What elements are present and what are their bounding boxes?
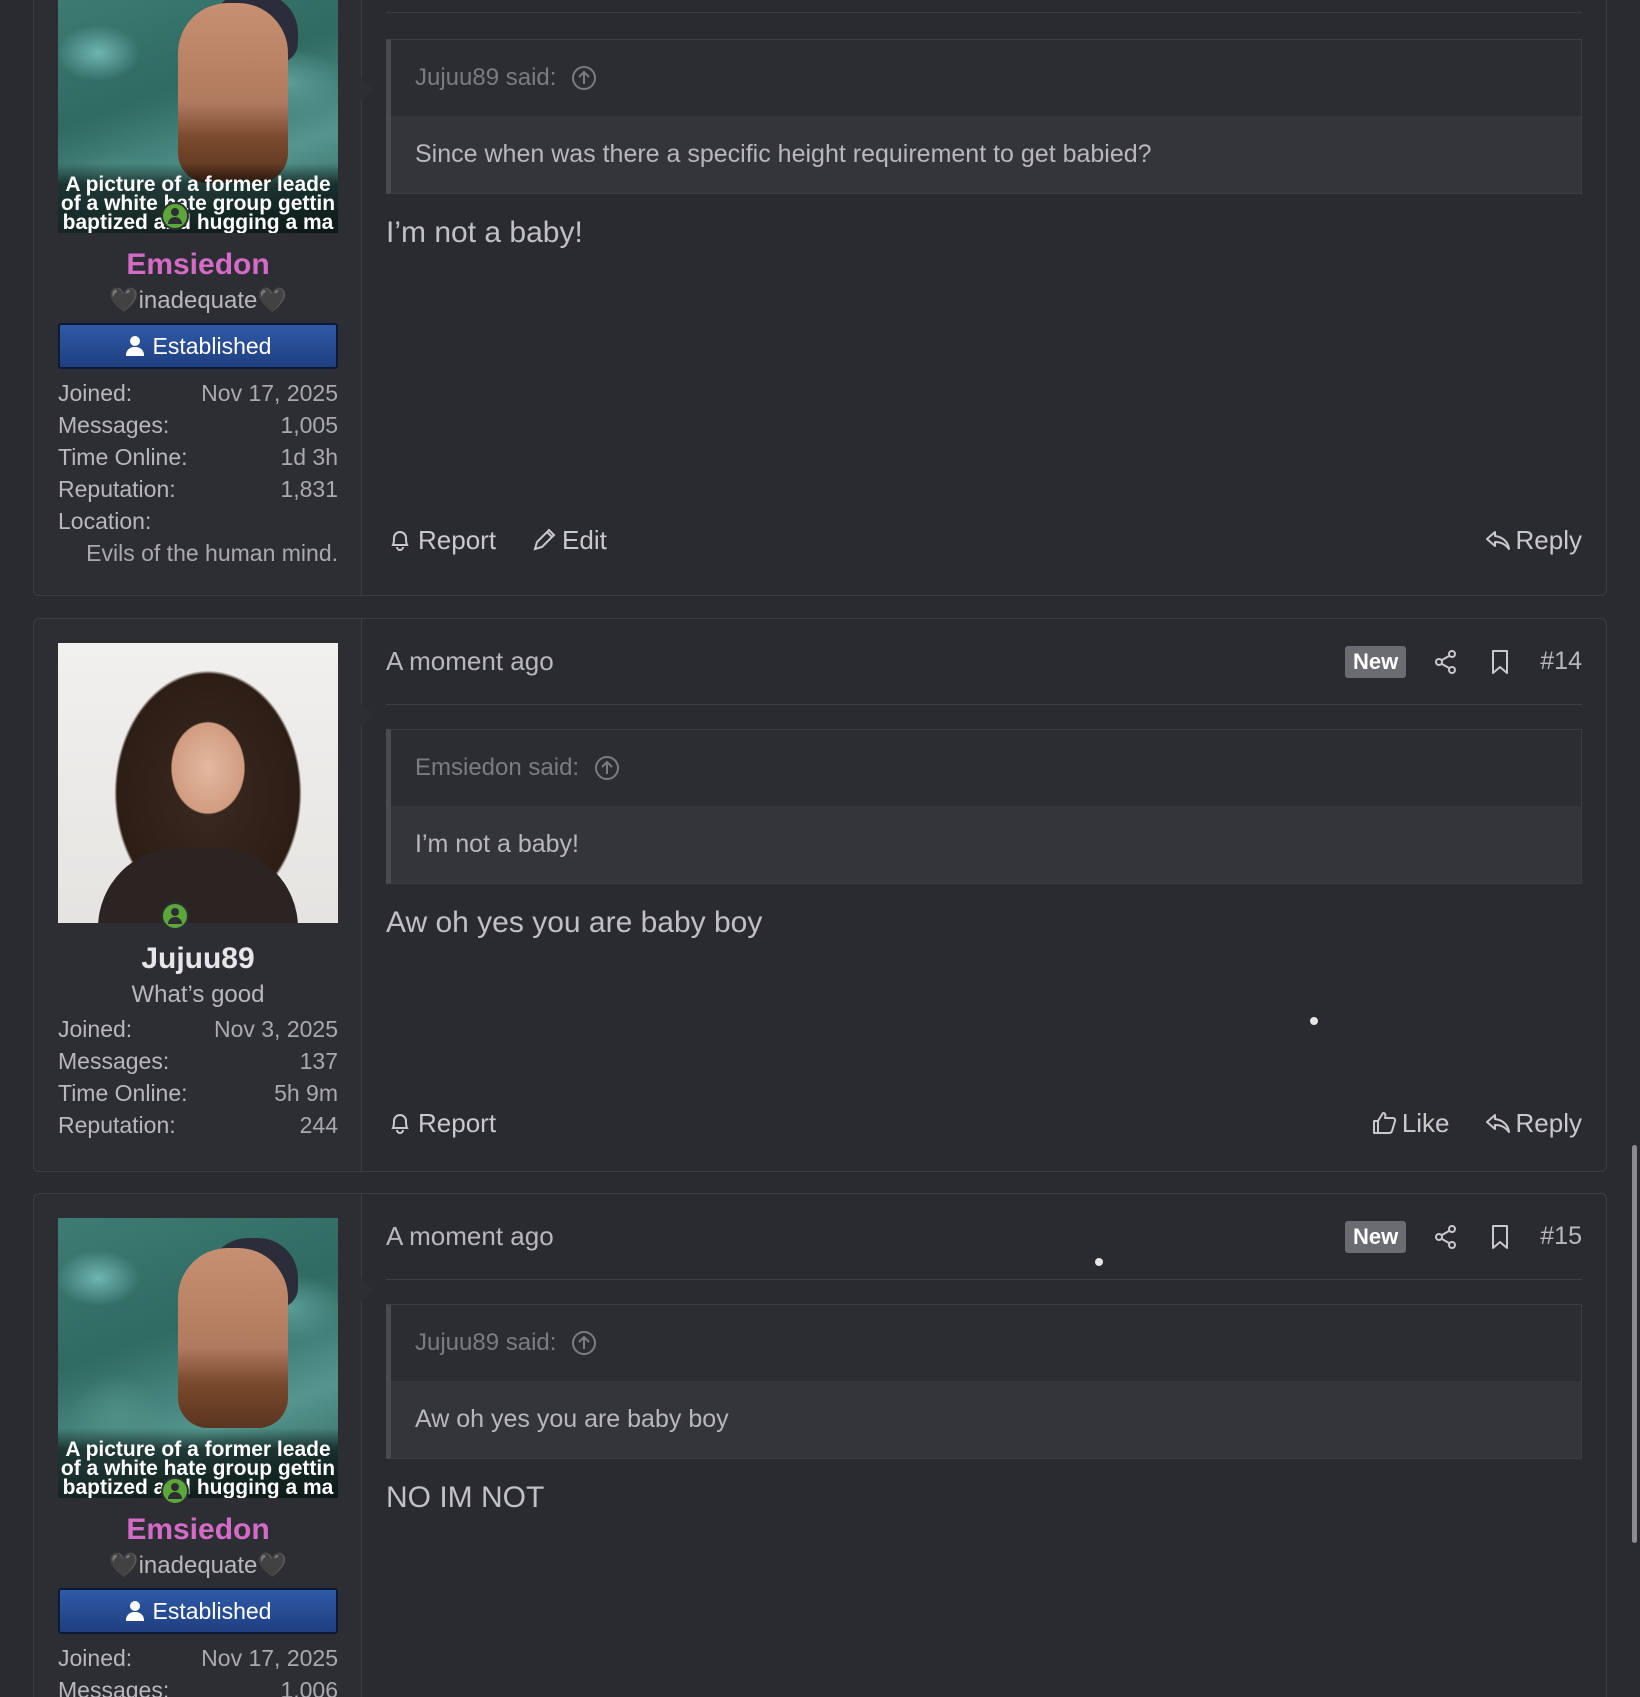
- user-title: 🖤inadequate🖤: [108, 1552, 288, 1579]
- report-button[interactable]: Report: [386, 1108, 496, 1139]
- avatar[interactable]: [58, 643, 338, 923]
- user-banner: Established: [58, 323, 338, 369]
- person-icon: [125, 336, 145, 356]
- online-status-icon: [161, 1477, 189, 1505]
- stat-row: Reputation: 1,831: [58, 476, 338, 502]
- online-status-icon: [161, 202, 189, 230]
- username[interactable]: Emsiedon: [58, 1512, 338, 1548]
- post-content: A moment ago New #15 Jujuu89 said: Aw oh…: [362, 1194, 1606, 1697]
- cursor-dot: [1310, 1017, 1318, 1025]
- cursor-dot: [1095, 1258, 1103, 1266]
- bookmark-icon[interactable]: [1486, 1223, 1514, 1251]
- person-icon: [125, 1601, 145, 1621]
- avatar[interactable]: A picture of a former leade of a white h…: [58, 1218, 338, 1498]
- reply-button[interactable]: Reply: [1484, 1108, 1582, 1139]
- stat-row: Joined: Nov 3, 2025: [58, 1016, 338, 1042]
- post-actions: Report Edit Reply: [386, 520, 1582, 560]
- post-user-column: A picture of a former leade of a white h…: [34, 0, 373, 595]
- edit-button[interactable]: Edit: [530, 525, 607, 556]
- arrow-up-circle-icon[interactable]: [570, 1329, 598, 1357]
- message-body: Aw oh yes you are baby boy: [386, 906, 763, 939]
- post: A picture of a former leade of a white h…: [33, 0, 1607, 596]
- post-number[interactable]: #15: [1540, 1222, 1582, 1251]
- post-timestamp[interactable]: A moment ago: [386, 1221, 554, 1252]
- quote-block: Jujuu89 said: Since when was there a spe…: [386, 39, 1582, 194]
- stat-row: Messages: 1,006: [58, 1677, 338, 1697]
- post-header: A moment ago New #14: [386, 619, 1582, 705]
- username[interactable]: Jujuu89: [58, 941, 338, 977]
- user-stats: Joined: Nov 17, 2025 Messages: 1,005 Time …: [58, 377, 338, 569]
- user-banner: Established: [58, 1588, 338, 1634]
- quote-header[interactable]: Jujuu89 said:: [391, 1305, 1581, 1381]
- username[interactable]: Emsiedon: [58, 247, 338, 283]
- bookmark-icon[interactable]: [1486, 648, 1514, 676]
- post-header: A moment ago New #15: [386, 1194, 1582, 1280]
- report-button[interactable]: Report: [386, 525, 496, 556]
- arrow-up-circle-icon[interactable]: [570, 64, 598, 92]
- arrow-up-circle-icon[interactable]: [593, 754, 621, 782]
- scrollbar[interactable]: [1632, 1145, 1637, 1543]
- stat-row: Location:: [58, 508, 152, 534]
- quote-block: Emsiedon said: I’m not a baby!: [386, 729, 1582, 884]
- user-stats: Joined: Nov 3, 2025 Messages: 137 Time Onl…: [58, 1013, 338, 1141]
- avatar-caption: A picture of a former leade of a white h…: [58, 163, 338, 233]
- post-content: Jujuu89 said: Since when was there a spe…: [362, 0, 1606, 595]
- bell-icon: [391, 1114, 409, 1134]
- user-title: 🖤inadequate🖤: [108, 287, 288, 314]
- location-value: Evils of the human mind.: [86, 540, 338, 566]
- quote-header[interactable]: Jujuu89 said:: [391, 40, 1581, 116]
- stat-row: Time Online: 1d 3h: [58, 444, 338, 470]
- stat-row: Time Online: 5h 9m: [58, 1080, 338, 1106]
- bell-icon: [391, 531, 409, 551]
- stat-row: Messages: 1,005: [58, 412, 338, 438]
- avatar[interactable]: A picture of a former leade of a white h…: [58, 0, 338, 233]
- stat-row: Joined: Nov 17, 2025: [58, 1645, 338, 1671]
- stat-row: Joined: Nov 17, 2025: [58, 380, 338, 406]
- post-user-column: A picture of a former leade of a white h…: [34, 1194, 373, 1697]
- stat-row: Messages: 137: [58, 1048, 338, 1074]
- thumbs-up-icon: [1372, 1112, 1396, 1134]
- stat-row: Reputation: 244: [58, 1112, 338, 1138]
- post-timestamp[interactable]: A moment ago: [386, 646, 554, 677]
- post-actions: Report Like Reply: [386, 1103, 1582, 1143]
- quote-text: I’m not a baby!: [391, 806, 1581, 883]
- new-badge: New: [1345, 1220, 1407, 1253]
- user-title: What’s good: [131, 981, 265, 1008]
- thread-page: A picture of a former leade of a white h…: [0, 0, 1640, 1697]
- post: Jujuu89 What’s good Joined: Nov 3, 2025 M…: [33, 618, 1607, 1172]
- share-icon[interactable]: [1432, 1223, 1460, 1251]
- user-stats: Joined: Nov 17, 2025 Messages: 1,006: [58, 1642, 338, 1697]
- like-button[interactable]: Like: [1370, 1108, 1450, 1139]
- reply-arrow-icon: [1485, 531, 1510, 550]
- reply-button[interactable]: Reply: [1484, 525, 1582, 556]
- quote-text: Aw oh yes you are baby boy: [391, 1381, 1581, 1458]
- share-icon[interactable]: [1432, 648, 1460, 676]
- post-number[interactable]: #14: [1540, 647, 1582, 676]
- post-content: A moment ago New #14 Emsiedon said: I’m …: [362, 619, 1606, 1171]
- quote-block: Jujuu89 said: Aw oh yes you are baby boy: [386, 1304, 1582, 1459]
- online-status-icon: [161, 902, 189, 930]
- message-body: NO IM NOT: [386, 1481, 545, 1514]
- post-user-column: Jujuu89 What’s good Joined: Nov 3, 2025 M…: [34, 619, 373, 1171]
- reply-arrow-icon: [1485, 1114, 1510, 1133]
- message-body: I’m not a baby!: [386, 216, 583, 249]
- quote-text: Since when was there a specific height r…: [391, 116, 1581, 193]
- new-badge: New: [1345, 645, 1407, 678]
- pencil-icon: [533, 528, 556, 551]
- post: A picture of a former leade of a white h…: [33, 1193, 1607, 1697]
- quote-header[interactable]: Emsiedon said:: [391, 730, 1581, 806]
- avatar-caption: A picture of a former leade of a white h…: [58, 1428, 338, 1498]
